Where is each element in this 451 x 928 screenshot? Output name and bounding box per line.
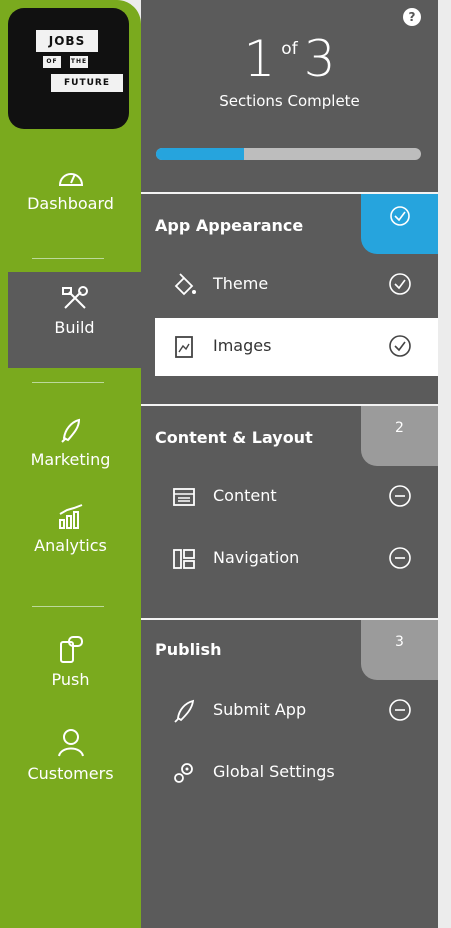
page-scroll-area [438,0,451,928]
gears-icon [174,763,193,783]
check-circle-icon [389,206,410,226]
item-theme-label: Theme [213,274,269,293]
speedometer-icon [58,173,83,186]
item-content[interactable]: Content [155,468,438,526]
nav-build[interactable]: Build [8,272,141,368]
item-submit-app-label: Submit App [213,700,307,719]
navigation-icon [173,549,195,569]
nav-customers[interactable]: Customers [0,728,141,798]
section-title-app-appearance: App Appearance [155,216,304,235]
nav-analytics-label: Analytics [34,536,107,555]
nav-dashboard-label: Dashboard [27,194,114,213]
nav-marketing[interactable]: Marketing [0,418,141,488]
minus-circle-icon [389,699,411,721]
bar-chart-icon [58,504,82,529]
item-navigation[interactable]: Navigation [155,530,438,588]
progress-label: Sections Complete [219,92,360,110]
build-panel: ? 1 of 3 Sections Complete App Appearance … [141,0,451,928]
nav-customers-label: Customers [27,764,114,783]
phone-message-icon [59,636,83,663]
paint-bucket-icon [174,273,196,296]
section-badge-app-appearance[interactable] [361,194,438,254]
app-logo[interactable]: JOBS OF THE FUTURE [8,8,129,129]
help-icon[interactable]: ? [403,8,421,26]
progress-completed: 1 [243,30,276,88]
item-images[interactable]: Images [155,318,451,376]
progress-bar [156,148,421,160]
progress-total: 3 [303,30,336,88]
progress-of: of [281,39,298,59]
item-theme[interactable]: Theme [155,256,438,314]
progress-bar-fill [156,148,245,160]
tools-icon [61,286,88,309]
nav-separator [32,606,104,607]
section-badge-content-layout[interactable]: 2 [361,406,438,466]
nav-analytics[interactable]: Analytics [0,504,141,574]
logo-line-1: JOBS [36,30,98,52]
nav-separator [32,258,104,259]
minus-circle-icon [389,485,411,507]
check-circle-icon [389,273,411,295]
item-navigation-label: Navigation [213,548,300,567]
logo-line-2a: OF [43,56,61,68]
logo-line-2b: THE [70,56,88,68]
nav-marketing-label: Marketing [30,450,111,469]
minus-circle-icon [389,547,411,569]
nav-dashboard[interactable]: Dashboard [0,166,141,236]
image-icon [175,336,193,358]
person-icon [57,729,84,757]
item-content-label: Content [213,486,277,505]
check-circle-icon [389,335,411,357]
section-title-content-layout: Content & Layout [155,428,313,447]
item-submit-app[interactable]: Submit App [155,682,438,740]
rocket-icon [174,699,195,723]
nav-separator [32,382,104,383]
nav-push[interactable]: Push [0,636,141,706]
content-icon [173,488,195,506]
item-images-label: Images [213,336,272,355]
section-title-publish: Publish [155,640,222,659]
progress-summary: 1 of 3 Sections Complete [141,30,438,110]
rocket-icon [60,418,80,443]
nav-build-label: Build [54,318,95,337]
item-global-settings-label: Global Settings [213,762,335,781]
section-badge-publish[interactable]: 3 [361,620,438,680]
logo-line-3: FUTURE [51,74,123,92]
nav-push-label: Push [51,670,90,689]
item-global-settings[interactable]: Global Settings [155,744,438,802]
